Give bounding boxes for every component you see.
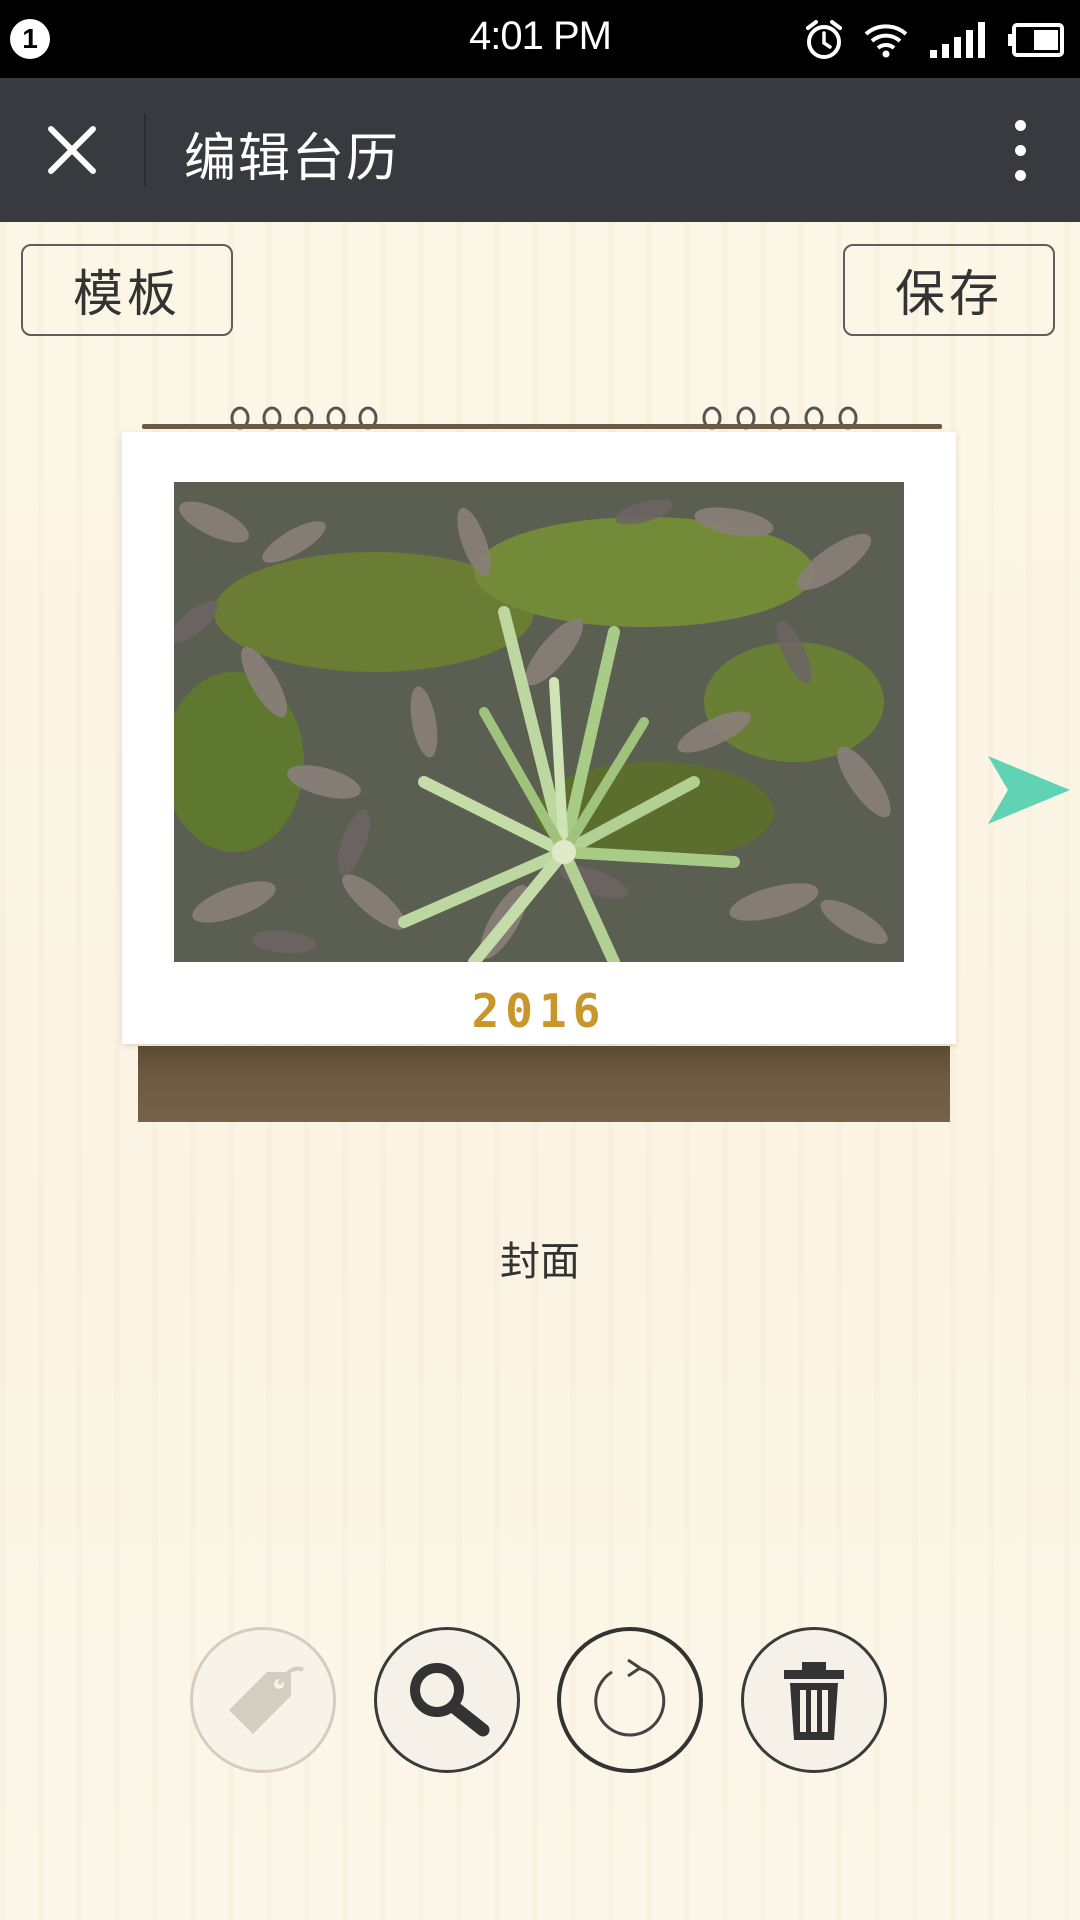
edit-tools [0, 1627, 1080, 1777]
cover-photo[interactable] [174, 482, 904, 962]
tag-icon [229, 1666, 305, 1734]
next-arrow-icon [988, 756, 1070, 824]
rotate-button[interactable] [557, 1627, 703, 1773]
page-title: 编辑台历 [184, 129, 401, 189]
zoom-button[interactable] [374, 1627, 520, 1773]
wifi-icon [864, 24, 908, 58]
more-vertical-icon [1014, 119, 1026, 131]
status-icons [804, 18, 1066, 62]
app-bar-divider [144, 114, 146, 186]
zoom-icon [410, 1663, 490, 1737]
next-page-button[interactable] [984, 752, 1074, 832]
rotate-icon [594, 1658, 666, 1737]
status-bar: 1 4:01 PM [0, 0, 1080, 78]
calendar-page[interactable]: 2016 [122, 432, 956, 1044]
page-label: 封面 [500, 1239, 580, 1285]
calendar-stand [138, 1046, 950, 1122]
cover-photo-image [174, 482, 904, 962]
tag-button[interactable] [190, 1627, 336, 1773]
delete-icon [784, 1662, 844, 1740]
calendar-year: 2016 [471, 984, 607, 1038]
battery-icon [1008, 23, 1064, 57]
close-button[interactable] [30, 108, 114, 192]
editor-canvas: 模板 保存 2016 封面 [0, 222, 1080, 1920]
signal-icon [930, 22, 985, 58]
delete-button[interactable] [741, 1627, 887, 1773]
calendar-rod [142, 424, 942, 429]
close-icon [48, 126, 96, 174]
app-bar: 编辑台历 [0, 78, 1080, 222]
alarm-icon [806, 20, 842, 59]
more-options-button[interactable] [990, 110, 1050, 190]
calendar-binding-rings [230, 406, 858, 430]
